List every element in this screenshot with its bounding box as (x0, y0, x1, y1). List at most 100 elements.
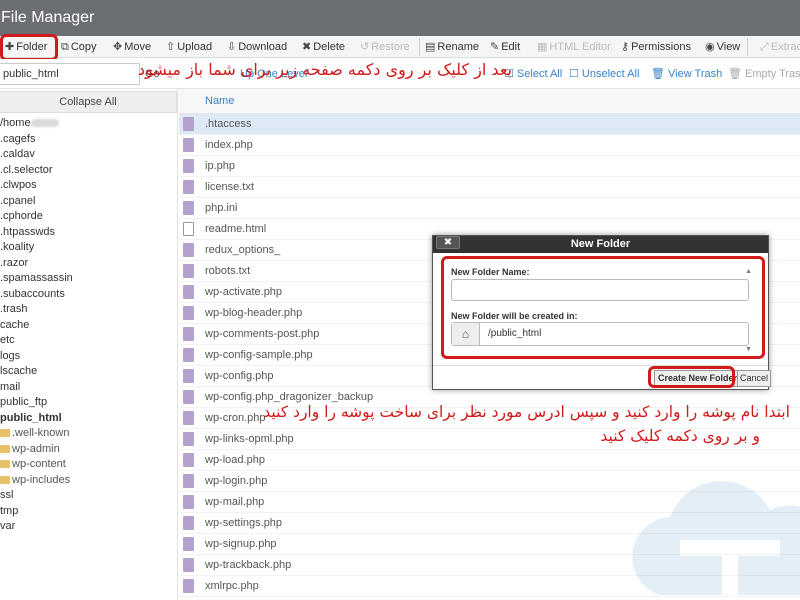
file-row[interactable]: .htaccess (179, 114, 800, 135)
file-icon (183, 348, 194, 362)
blurred-username (30, 119, 59, 128)
app-title: File Manager (1, 9, 95, 26)
tree-item[interactable]: .trash (0, 302, 177, 318)
folder-button-highlight (0, 34, 58, 61)
column-header-name[interactable]: Name (179, 89, 800, 114)
file-row[interactable]: php.ini (179, 198, 800, 219)
download-icon: ⇩ (227, 41, 237, 53)
file-icon (183, 558, 194, 572)
file-icon (183, 243, 194, 257)
tree-item[interactable]: wp-includes (0, 473, 177, 489)
tree-item[interactable]: cache (0, 318, 177, 334)
tree-item[interactable]: tmp (0, 504, 177, 520)
folder-icon (0, 475, 10, 484)
file-icon (183, 180, 194, 194)
close-icon: ✖ (443, 237, 453, 248)
extract-icon: ⤢ (760, 41, 769, 53)
file-icon (183, 495, 194, 509)
create-button-highlight (648, 366, 735, 388)
file-icon (183, 579, 194, 593)
app-title-bar: File Manager (0, 0, 800, 36)
edit-button[interactable]: ✎ Edit (490, 36, 520, 57)
file-icon (183, 516, 194, 530)
collapse-all-button[interactable]: Collapse All (0, 91, 177, 113)
trash-icon: 🗑 (651, 68, 669, 80)
dialog-title: New Folder (570, 238, 631, 250)
tree-item[interactable]: .caldav (0, 147, 177, 163)
eye-icon: ◉ (705, 41, 715, 53)
folder-icon (0, 444, 10, 453)
view-button[interactable]: ◉ View (705, 36, 740, 57)
tree-item[interactable]: .spamassassin (0, 271, 177, 287)
view-trash-button[interactable]: 🗑 View Trash (651, 63, 722, 85)
empty-trash-button[interactable]: 🗑 Empty Trash (728, 63, 800, 85)
tree-item-home[interactable]: /home (0, 116, 177, 132)
move-button[interactable]: ✥ Move (113, 36, 151, 57)
tree-item[interactable]: .cphorde (0, 209, 177, 225)
file-row[interactable]: index.php (179, 135, 800, 156)
tree-item[interactable]: .htpasswds (0, 225, 177, 241)
file-icon (183, 327, 194, 341)
tree-item[interactable]: lscache (0, 364, 177, 380)
permissions-button[interactable]: ⚷ Permissions (621, 36, 691, 57)
file-icon (183, 474, 194, 488)
rename-icon: ▤ (425, 41, 436, 53)
html-editor-icon: ▦ (537, 41, 548, 53)
tree-item[interactable]: .cagefs (0, 132, 177, 148)
cancel-button[interactable]: Cancel (737, 370, 772, 387)
cloud-logo-watermark (632, 481, 800, 600)
file-icon (183, 201, 194, 215)
tree-item[interactable]: .cl.selector (0, 163, 177, 179)
delete-icon: ✖ (302, 41, 312, 53)
key-icon: ⚷ (621, 41, 630, 53)
extract-button[interactable]: ⤢Extract (760, 36, 800, 57)
tree-item[interactable]: mail (0, 380, 177, 396)
folder-tree-sidebar: Collapse All /home .cagefs .caldav .cl.s… (0, 89, 178, 600)
delete-button[interactable]: ✖ Delete (302, 36, 345, 57)
download-button[interactable]: ⇩ Download (227, 36, 287, 57)
upload-button[interactable]: ⇧ Upload (166, 36, 212, 57)
annotation-bottom-line1: ابتدا نام پوشه را وارد کنید و سپس ادرس م… (263, 403, 790, 421)
tree-item[interactable]: etc (0, 333, 177, 349)
select-all-button[interactable]: ☑ Select All (504, 63, 562, 85)
trash-icon: 🗑 (728, 68, 746, 80)
folder-icon (0, 429, 10, 437)
move-icon: ✥ (113, 41, 123, 53)
tree-item[interactable]: .cpanel (0, 194, 177, 210)
annotation-top: بعد از کلیک بر روی دکمه صفحه زیر برای شم… (137, 60, 512, 79)
tree-item[interactable]: .clwpos (0, 178, 177, 194)
copy-icon: ⧉ (61, 41, 69, 53)
file-icon (183, 159, 194, 173)
uncheck-icon: ☐ (569, 68, 582, 80)
file-icon (183, 369, 194, 383)
close-button[interactable]: ✖ (436, 236, 460, 249)
code-file-icon (183, 222, 194, 236)
tree-item[interactable]: var (0, 519, 177, 535)
restore-icon: ↺ (360, 41, 370, 53)
tree-item[interactable]: wp-content (0, 457, 177, 473)
tree-item[interactable]: .razor (0, 256, 177, 272)
tree-item[interactable]: .koality (0, 240, 177, 256)
tree-item[interactable]: .subaccounts (0, 287, 177, 303)
dialog-header: ✖ New Folder (433, 236, 768, 253)
file-icon (183, 264, 194, 278)
form-fields-highlight (441, 256, 765, 359)
copy-button[interactable]: ⧉ Copy (61, 36, 97, 57)
restore-button[interactable]: ↺ Restore (360, 36, 410, 57)
main-toolbar: ✚ Folder ⧉ Copy ✥ Move ⇧ Upload ⇩ Download ✖ D… (0, 36, 800, 58)
toolbar-divider (419, 38, 420, 56)
file-icon (183, 306, 194, 320)
rename-button[interactable]: ▤ Rename (425, 36, 479, 57)
file-icon (183, 117, 194, 131)
html-editor-button[interactable]: ▦ HTML Editor (537, 36, 611, 57)
unselect-all-button[interactable]: ☐ Unselect All (569, 63, 639, 85)
annotation-bottom: ابتدا نام پوشه را وارد کنید و سپس ادرس م… (130, 400, 790, 448)
file-icon (183, 138, 194, 152)
file-row[interactable]: license.txt (179, 177, 800, 198)
tree-item[interactable]: ssl (0, 488, 177, 504)
file-icon (183, 453, 194, 467)
annotation-bottom-line2: و بر روی دکمه کلیک کنید (600, 427, 760, 445)
tree-item[interactable]: logs (0, 349, 177, 365)
file-icon (183, 537, 194, 551)
file-row[interactable]: ip.php (179, 156, 800, 177)
